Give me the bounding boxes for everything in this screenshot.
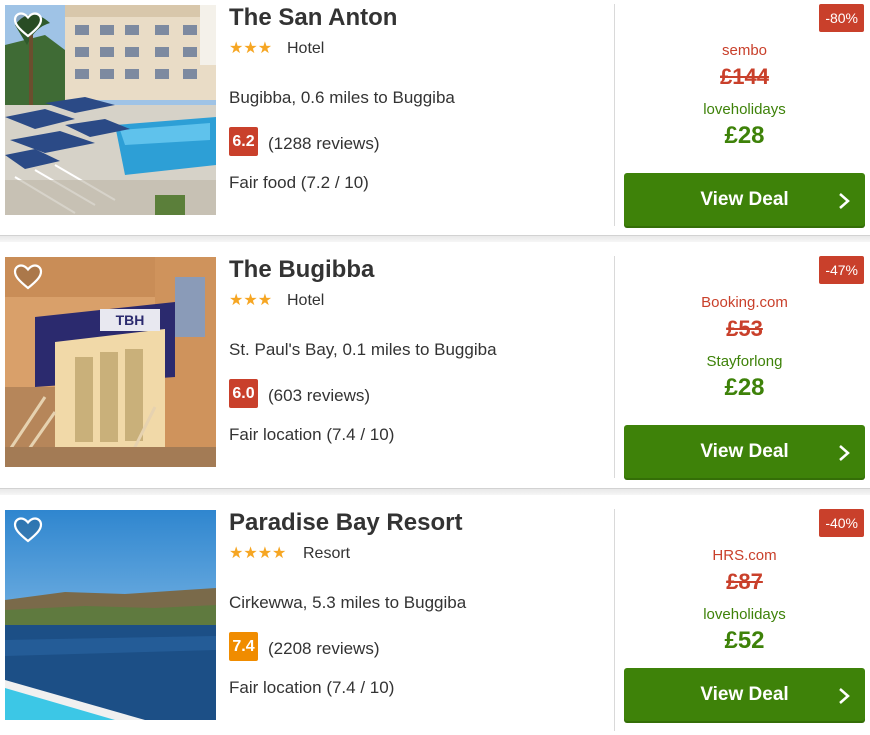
rating-badge: 6.2	[229, 127, 258, 156]
deal-price[interactable]: £52	[624, 627, 865, 655]
divider	[614, 4, 615, 226]
sub-score: Fair location (7.4 / 10)	[229, 678, 395, 697]
strike-provider[interactable]: HRS.com	[624, 547, 865, 564]
deal-provider[interactable]: loveholidays	[624, 606, 865, 623]
star-rating: ★★★★	[229, 545, 287, 562]
hotel-photo[interactable]: TBH	[5, 257, 216, 467]
accommodation-type: Hotel	[287, 40, 325, 57]
review-count[interactable]: (2208 reviews)	[268, 639, 380, 659]
review-count[interactable]: (603 reviews)	[268, 386, 370, 406]
hotel-name[interactable]: The Bugibba	[229, 256, 374, 284]
accommodation-type: Resort	[303, 545, 351, 562]
divider	[614, 256, 615, 478]
deal-price[interactable]: £28	[624, 122, 865, 150]
chevron-right-icon	[839, 193, 850, 209]
card-separator	[0, 235, 870, 242]
old-price: £87	[624, 569, 865, 595]
card-separator	[0, 488, 870, 495]
sub-score: Fair location (7.4 / 10)	[229, 425, 395, 444]
strike-provider[interactable]: sembo	[624, 42, 865, 59]
discount-badge: -40%	[819, 509, 864, 537]
view-deal-label: View Deal	[700, 189, 789, 210]
old-price-value: £53	[726, 316, 763, 341]
hotel-location[interactable]: Cirkewwa, 5.3 miles to Buggiba	[229, 593, 466, 613]
view-deal-button[interactable]: View Deal	[624, 425, 865, 480]
hotel-name[interactable]: Paradise Bay Resort	[229, 509, 462, 537]
tbh-sign: TBH	[116, 312, 145, 328]
discount-badge: -80%	[819, 4, 864, 32]
rating-badge: 7.4	[229, 632, 258, 661]
hotel-location[interactable]: St. Paul's Bay, 0.1 miles to Buggiba	[229, 340, 497, 360]
deal-provider[interactable]: Stayforlong	[624, 353, 865, 370]
accommodation-type: Hotel	[287, 292, 325, 309]
hotel-card: The San Anton ★★★ Hotel Bugibba, 0.6 mil…	[0, 0, 870, 230]
rating-badge: 6.0	[229, 379, 258, 408]
old-price-value: £144	[720, 64, 769, 89]
deal-price[interactable]: £28	[624, 374, 865, 402]
view-deal-label: View Deal	[700, 441, 789, 462]
view-deal-button[interactable]: View Deal	[624, 668, 865, 723]
hotel-photo[interactable]	[5, 5, 216, 215]
old-price: £144	[624, 64, 865, 90]
heart-icon[interactable]	[13, 263, 43, 291]
star-rating: ★★★	[229, 292, 273, 309]
heart-icon[interactable]	[13, 11, 43, 39]
view-deal-label: View Deal	[700, 684, 789, 705]
review-count[interactable]: (1288 reviews)	[268, 134, 380, 154]
chevron-right-icon	[839, 688, 850, 704]
divider	[614, 509, 615, 731]
hotel-photo[interactable]	[5, 510, 216, 720]
discount-badge: -47%	[819, 256, 864, 284]
strike-provider[interactable]: Booking.com	[624, 294, 865, 311]
hotel-card: TBH The Bugibba ★★★ Hotel St. Paul's Bay…	[0, 252, 870, 482]
hotel-card: Paradise Bay Resort ★★★★ Resort Cirkewwa…	[0, 505, 870, 735]
hotel-location[interactable]: Bugibba, 0.6 miles to Buggiba	[229, 88, 455, 108]
chevron-right-icon	[839, 445, 850, 461]
old-price: £53	[624, 316, 865, 342]
hotel-name[interactable]: The San Anton	[229, 4, 397, 32]
old-price-value: £87	[726, 569, 763, 594]
deal-provider[interactable]: loveholidays	[624, 101, 865, 118]
star-rating: ★★★	[229, 40, 273, 57]
heart-icon[interactable]	[13, 516, 43, 544]
view-deal-button[interactable]: View Deal	[624, 173, 865, 228]
sub-score: Fair food (7.2 / 10)	[229, 173, 369, 192]
